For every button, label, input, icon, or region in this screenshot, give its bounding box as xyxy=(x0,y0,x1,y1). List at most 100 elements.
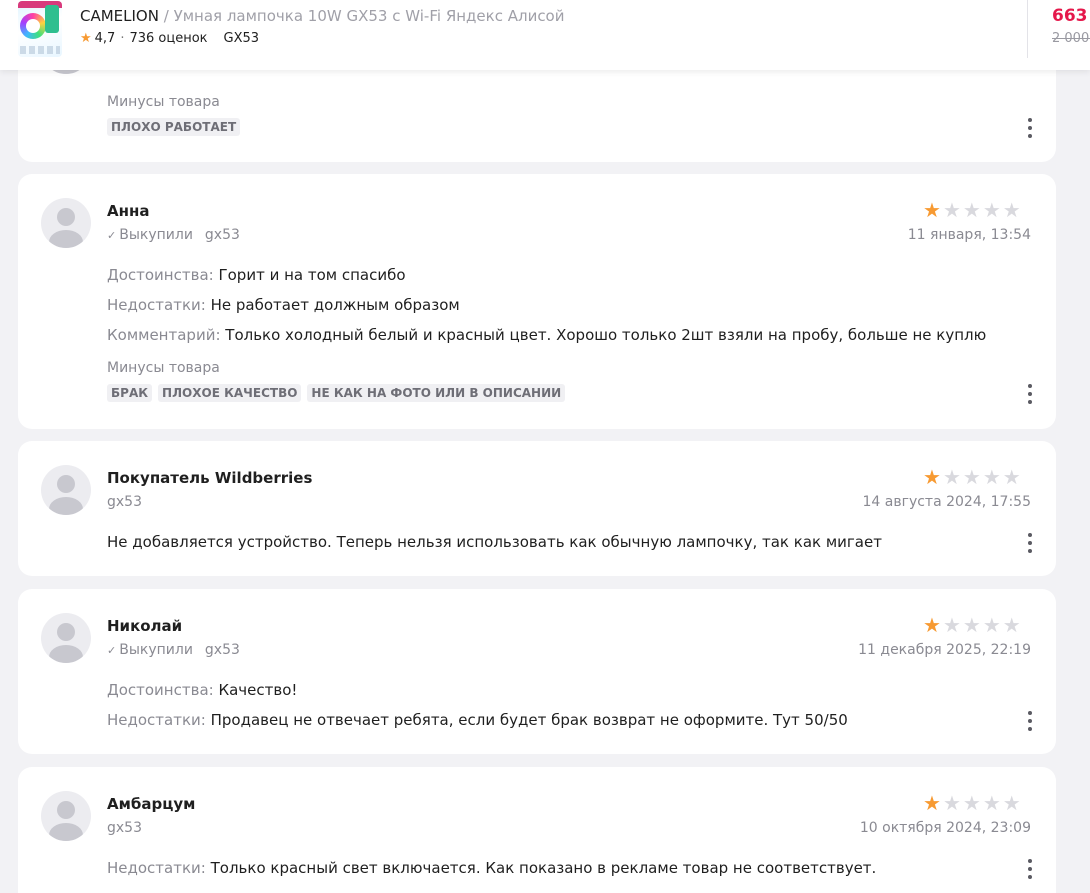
cons-tags: ПЛОХО РАБОТАЕТ xyxy=(107,118,241,136)
product-rating: 4,7 xyxy=(94,31,116,46)
pros-text: Качество! xyxy=(218,681,298,699)
review-date: 11 января, 13:54 xyxy=(907,227,1031,243)
review-author: Николай xyxy=(107,617,183,635)
review-text: Не добавляется устройство. Теперь нельзя… xyxy=(107,533,882,551)
review-author: Анна xyxy=(107,202,150,220)
product-header: CAMELION / Умная лампочка 10W GX53 с Wi-… xyxy=(0,0,1090,70)
star-icon: ★ xyxy=(962,791,983,815)
reviews-count[interactable]: 736 оценок xyxy=(129,31,207,46)
cons-text: Продавец не отвечает ребята, если будет … xyxy=(210,711,848,729)
pros-text: Горит и на том спасибо xyxy=(218,266,406,284)
rating-stars: ★★★★★ xyxy=(923,200,1023,220)
cons-tag: ПЛОХО РАБОТАЕТ xyxy=(107,118,241,136)
star-icon: ★ xyxy=(982,791,1003,815)
star-icon: ★ xyxy=(942,613,963,637)
current-price: 663 ₽ xyxy=(1052,6,1090,26)
brand-name[interactable]: CAMELION xyxy=(80,7,159,25)
review-subline: gx53 xyxy=(107,820,142,836)
old-price: 2 000 ₽ xyxy=(1052,31,1090,46)
star-icon: ★ xyxy=(1002,198,1023,222)
more-vertical-icon[interactable] xyxy=(1023,384,1037,404)
cons-tags-label: Минусы товара xyxy=(107,94,220,110)
star-icon: ★ xyxy=(962,465,983,489)
cons-tag: НЕ КАК НА ФОТО ИЛИ В ОПИСАНИИ xyxy=(307,384,566,402)
more-vertical-icon[interactable] xyxy=(1023,118,1037,138)
user-avatar-icon xyxy=(41,613,91,663)
review-article: gx53 xyxy=(204,642,240,658)
cons-tag: ПЛОХОЕ КАЧЕСТВО xyxy=(158,384,302,402)
star-icon: ★ xyxy=(942,791,963,815)
star-icon: ★ xyxy=(923,613,943,637)
product-title[interactable]: CAMELION / Умная лампочка 10W GX53 с Wi-… xyxy=(80,7,565,25)
review-card: Покупатель Wildberries gx53 ★★★★★ 14 авг… xyxy=(18,441,1056,576)
check-icon: ✓ xyxy=(107,643,117,657)
star-icon: ★ xyxy=(982,465,1003,489)
review-article: gx53 xyxy=(107,494,142,510)
star-icon: ★ xyxy=(1002,613,1023,637)
review-article: gx53 xyxy=(204,227,240,243)
comment-text: Только холодный белый и красный цвет. Хо… xyxy=(225,326,987,344)
more-vertical-icon[interactable] xyxy=(1023,533,1037,553)
review-date: 14 августа 2024, 17:55 xyxy=(862,494,1032,510)
cons-text: Только красный свет включается. Как пока… xyxy=(210,859,877,877)
pros-label: Достоинства: xyxy=(107,681,214,699)
product-article: GX53 xyxy=(223,31,260,46)
cons-label: Недостатки: xyxy=(107,859,206,877)
cons-text: Не работает должным образом xyxy=(210,296,460,314)
star-icon: ★ xyxy=(942,465,963,489)
cons-tag: БРАК xyxy=(107,384,153,402)
review-pros: Достоинства: Качество! xyxy=(107,681,297,699)
review-author: Амбарцум xyxy=(107,795,196,813)
star-icon: ★ xyxy=(962,198,983,222)
cons-label: Недостатки: xyxy=(107,296,206,314)
header-divider xyxy=(1027,0,1028,58)
review-cons: Недостатки: Только красный свет включает… xyxy=(107,859,876,877)
review-article: gx53 xyxy=(107,820,142,836)
star-icon: ★ xyxy=(923,198,943,222)
check-icon: ✓ xyxy=(107,228,117,242)
review-cons: Недостатки: Не работает должным образом xyxy=(107,296,460,314)
bought-badge: Выкупили xyxy=(119,642,193,658)
user-avatar-icon xyxy=(41,198,91,248)
star-icon: ★ xyxy=(923,791,943,815)
rating-stars: ★★★★★ xyxy=(923,615,1023,635)
star-icon: ★ xyxy=(80,31,92,46)
user-avatar-icon xyxy=(41,465,91,515)
star-icon: ★ xyxy=(923,465,943,489)
star-icon: ★ xyxy=(942,198,963,222)
product-thumbnail[interactable] xyxy=(18,1,62,57)
star-icon: ★ xyxy=(962,613,983,637)
review-date: 10 октября 2024, 23:09 xyxy=(859,820,1031,836)
phone-image xyxy=(45,5,59,33)
review-card: Анна ✓ Выкупили gx53 ★★★★★ 11 января, 13… xyxy=(18,174,1056,429)
cons-label: Недостатки: xyxy=(107,711,206,729)
star-icon: ★ xyxy=(1002,465,1023,489)
comment-label: Комментарий: xyxy=(107,326,221,344)
meta-separator: · xyxy=(120,31,125,46)
review-subline: gx53 xyxy=(107,494,142,510)
cons-tags: БРАК ПЛОХОЕ КАЧЕСТВО НЕ КАК НА ФОТО ИЛИ … xyxy=(107,384,566,402)
more-vertical-icon[interactable] xyxy=(1023,711,1037,731)
review-date: 11 декабря 2025, 22:19 xyxy=(858,642,1031,658)
cons-tags-label: Минусы товара xyxy=(107,360,220,376)
product-name: Умная лампочка 10W GX53 с Wi-Fi Яндекс А… xyxy=(173,7,565,25)
pros-label: Достоинства: xyxy=(107,266,214,284)
star-icon: ★ xyxy=(1002,791,1023,815)
review-subline: ✓ Выкупили gx53 xyxy=(107,642,240,658)
star-icon: ★ xyxy=(982,613,1003,637)
review-subline: ✓ Выкупили gx53 xyxy=(107,227,240,243)
review-card: Николай ✓ Выкупили gx53 ★★★★★ 11 декабря… xyxy=(18,589,1056,754)
review-pros: Достоинства: Горит и на том спасибо xyxy=(107,266,406,284)
title-separator: / xyxy=(163,7,169,25)
star-icon: ★ xyxy=(982,198,1003,222)
bought-badge: Выкупили xyxy=(119,227,193,243)
review-comment: Комментарий: Только холодный белый и кра… xyxy=(107,326,986,344)
review-author: Покупатель Wildberries xyxy=(107,469,313,487)
rating-stars: ★★★★★ xyxy=(923,467,1023,487)
rating-stars: ★★★★★ xyxy=(923,793,1023,813)
more-vertical-icon[interactable] xyxy=(1023,859,1037,879)
review-card: Амбарцум gx53 ★★★★★ 10 октября 2024, 23:… xyxy=(18,767,1056,893)
thumbnail-footer xyxy=(20,46,60,54)
review-cons: Недостатки: Продавец не отвечает ребята,… xyxy=(107,711,848,729)
lamp-image xyxy=(20,13,46,39)
